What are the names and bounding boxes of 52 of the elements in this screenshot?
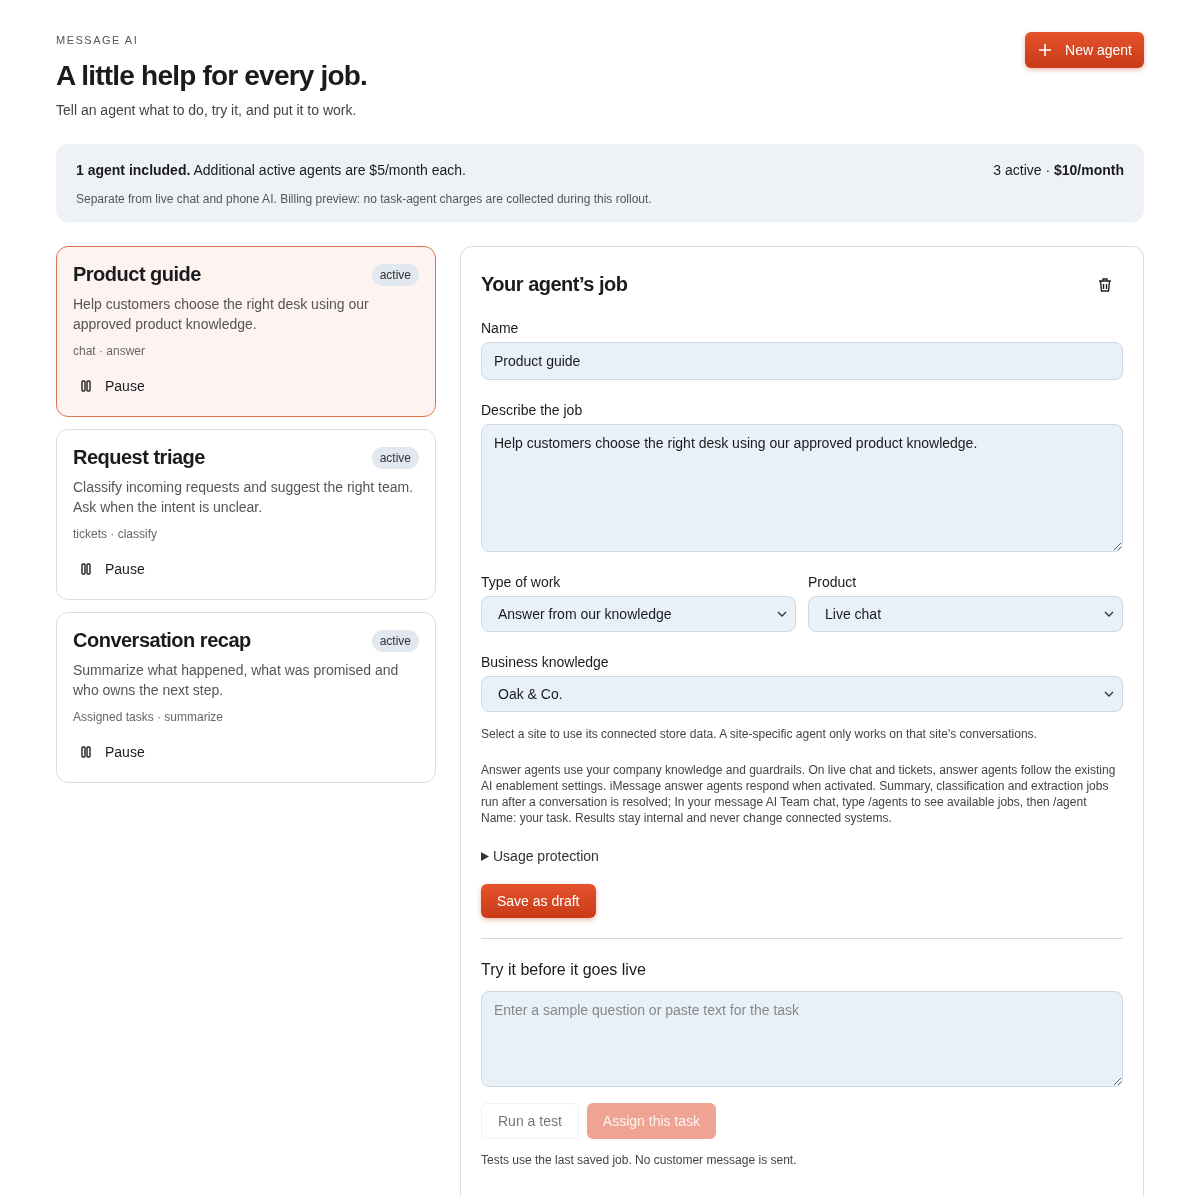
info-text: Answer agents use your company knowledge and guardrails. On live chat and tickets, answer agents follow the existing AI enablement settings. iMessage answer agents respond when activated. Summary, classification and extraction jobs run after a conversation is resolved; In your message AI Team chat, type /agents to see available jobs, then /agent Name: your task. Results stay internal and never change connected systems. bbox=[481, 762, 1117, 826]
sample-input[interactable]: Enter a sample question or paste text for the task bbox=[481, 991, 1123, 1087]
chevron-down-icon bbox=[1104, 691, 1114, 697]
panel-title: Your agent’s job bbox=[481, 273, 628, 296]
pause-icon bbox=[81, 746, 91, 758]
save-draft-button[interactable]: Save as draft bbox=[481, 884, 596, 918]
helper-text: Tests use the last saved job. No customer message is sent. bbox=[481, 1153, 798, 1167]
status-badge: active bbox=[371, 446, 419, 469]
field-label: Type of work bbox=[481, 574, 562, 590]
triangle-right-icon bbox=[481, 851, 489, 861]
agent-name: Product guide bbox=[73, 263, 201, 286]
pause-button[interactable]: Pause bbox=[73, 736, 153, 768]
helper-text: Select a site to use its connected store data. A site-specific agent only works on that site's conversations. bbox=[481, 726, 1038, 742]
dropdown[interactable]: Answer from our knowledge bbox=[481, 596, 796, 632]
text-field[interactable]: Product guide bbox=[481, 342, 1123, 380]
new-agent-button[interactable]: New agent bbox=[1025, 32, 1144, 68]
field-label: Product bbox=[808, 574, 858, 590]
pause-button[interactable]: Pause bbox=[73, 370, 153, 402]
agent-tags: Assigned tasks · summarize bbox=[73, 710, 419, 724]
dropdown[interactable]: Live chat bbox=[808, 596, 1123, 632]
field-label: Describe the job bbox=[481, 402, 584, 418]
agent-card[interactable]: Conversation recap active Summarize what happened, what was promised and who owns the next step. Assigned tasks · summarize Pause bbox=[56, 612, 436, 783]
chevron-down-icon bbox=[777, 611, 787, 617]
text-area[interactable]: Help customers choose the right desk using our approved product knowledge. bbox=[481, 424, 1123, 552]
agent-description: Summarize what happened, what was promised and who owns the next step. bbox=[73, 661, 400, 700]
pause-icon bbox=[81, 563, 91, 575]
billing-status: 3 active · $10/month bbox=[993, 162, 1124, 178]
eyebrow-label: MESSAGE AI bbox=[56, 34, 140, 46]
agent-name: Conversation recap bbox=[73, 629, 251, 652]
pause-icon bbox=[81, 380, 91, 392]
disclosure-toggle[interactable]: Usage protection bbox=[481, 848, 1123, 864]
status-badge: active bbox=[371, 263, 419, 286]
field-label: Name bbox=[481, 320, 520, 336]
chevron-down-icon bbox=[1104, 611, 1114, 617]
plus-icon bbox=[1039, 44, 1052, 56]
page-title: A little help for every job. bbox=[56, 60, 368, 92]
dropdown[interactable]: Oak & Co. bbox=[481, 676, 1123, 712]
billing-note: Separate from live chat and phone AI. Billing preview: no task-agent charges are collected during this rollout. bbox=[76, 192, 653, 206]
agent-card[interactable]: Product guide active Help customers choose the right desk using our approved product knowledge. chat · answer Pause bbox=[56, 246, 436, 417]
agent-tags: chat · answer bbox=[73, 344, 419, 358]
billing-summary: 1 agent included. Additional active agents are $5/month each. bbox=[76, 162, 466, 178]
agent-name: Request triage bbox=[73, 446, 205, 469]
agent-tags: tickets · classify bbox=[73, 527, 419, 541]
agent-description: Help customers choose the right desk using our approved product knowledge. bbox=[73, 295, 370, 334]
delete-icon[interactable] bbox=[1097, 276, 1113, 293]
page-subtitle: Tell an agent what to do, try it, and put it to work. bbox=[56, 102, 358, 118]
field-label: Business knowledge bbox=[481, 654, 610, 670]
pause-button[interactable]: Pause bbox=[73, 553, 153, 585]
section-title: Try it before it goes live bbox=[481, 961, 647, 979]
status-badge: active bbox=[371, 629, 419, 652]
agent-card[interactable]: Request triage active Classify incoming requests and suggest the right team. Ask when the intent is unclear. tickets · classify Pause bbox=[56, 429, 436, 600]
agent-description: Classify incoming requests and suggest the right team. Ask when the intent is unclear. bbox=[73, 478, 415, 517]
